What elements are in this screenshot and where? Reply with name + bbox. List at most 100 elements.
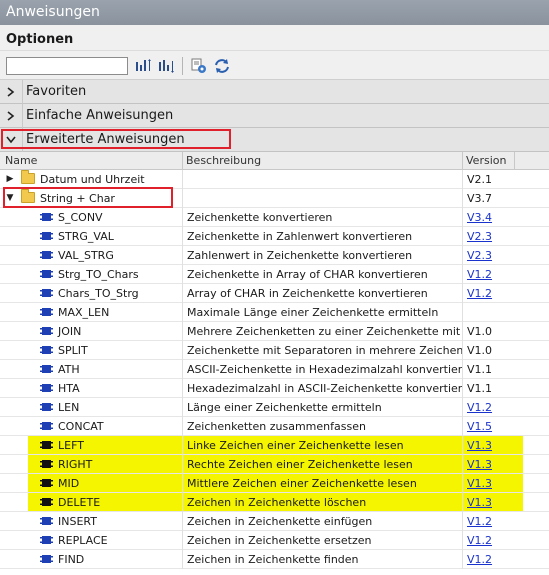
instruction-row[interactable]: MID Mittlere Zeichen einer Zeichenkette l… (0, 474, 549, 493)
sort-descending-icon[interactable] (157, 57, 177, 75)
instruction-row[interactable]: INSERT Zeichen in Zeichenkette einfügen V1… (0, 512, 549, 531)
instruction-name: REPLACE (58, 534, 108, 547)
instruction-block-icon (40, 402, 53, 412)
instruction-description: Rechte Zeichen einer Zeichenkette lesen (187, 458, 413, 471)
instruction-name: FIND (58, 553, 85, 566)
folder-version: V3.7 (467, 192, 493, 205)
instruction-row[interactable]: STRG_VAL Zeichenkette in Zahlenwert konve… (0, 227, 549, 246)
instruction-version-link[interactable]: V2.3 (467, 230, 492, 243)
instruction-description: Linke Zeichen einer Zeichenkette lesen (187, 439, 404, 452)
section-einfache-anweisungen[interactable]: Einfache Anweisungen (0, 104, 549, 128)
instruction-version-link[interactable]: V1.3 (467, 496, 492, 509)
instruction-description: Zeichen in Zeichenkette löschen (187, 496, 367, 509)
instruction-row[interactable]: HTA Hexadezimalzahl in ASCII-Zeichenkette… (0, 379, 549, 398)
instruction-version-link[interactable]: V1.2 (467, 287, 492, 300)
instruction-version-link[interactable]: V3.4 (467, 211, 492, 224)
instruction-block-icon (40, 383, 53, 393)
instruction-row[interactable]: MAX_LEN Maximale Länge einer Zeichenkette… (0, 303, 549, 322)
instruction-description: Hexadezimalzahl in ASCII-Zeichenkette ko… (187, 382, 462, 395)
instruction-description: Array of CHAR in Zeichenkette konvertier… (187, 287, 428, 300)
instruction-row[interactable]: Chars_TO_Strg Array of CHAR in Zeichenket… (0, 284, 549, 303)
instruction-row[interactable]: DELETE Zeichen in Zeichenkette löschen V1.… (0, 493, 549, 512)
options-bar: Optionen (0, 25, 549, 51)
instruction-description: Mehrere Zeichenketten zu einer Zeichenke… (187, 325, 462, 338)
instruction-row[interactable]: REPLACE Zeichen in Zeichenkette ersetzen V… (0, 531, 549, 550)
folder-name: Datum und Uhrzeit (40, 173, 145, 186)
instruction-row[interactable]: LEFT Linke Zeichen einer Zeichenkette les… (0, 436, 549, 455)
instruction-version: V1.1 (467, 363, 493, 376)
instruction-block-icon (40, 288, 53, 298)
instruction-version-link[interactable]: V1.2 (467, 534, 492, 547)
library-settings-icon[interactable] (189, 57, 209, 75)
instruction-description: Maximale Länge einer Zeichenkette ermitt… (187, 306, 439, 319)
instruction-version: V1.0 (467, 344, 493, 357)
toolbar (0, 51, 549, 80)
chevron-right-icon[interactable] (3, 84, 19, 100)
instruction-name: ATH (58, 363, 80, 376)
instruction-description: Zeichenketten zusammenfassen (187, 420, 366, 433)
instruction-name: JOIN (58, 325, 82, 338)
toolbar-separator (182, 57, 183, 75)
instruction-name: LEN (58, 401, 80, 414)
instruction-name: CONCAT (58, 420, 104, 433)
instruction-row[interactable]: Strg_TO_Chars Zeichenkette in Array of CH… (0, 265, 549, 284)
instruction-block-icon (40, 459, 53, 469)
instruction-name: RIGHT (58, 458, 93, 471)
instruction-block-icon (40, 364, 53, 374)
instruction-name: S_CONV (58, 211, 103, 224)
instruction-version-link[interactable]: V1.2 (467, 268, 492, 281)
instruction-name: LEFT (58, 439, 84, 452)
instruction-row[interactable]: VAL_STRG Zahlenwert in Zeichenkette konve… (0, 246, 549, 265)
sort-ascending-icon[interactable] (134, 57, 154, 75)
instruction-block-icon (40, 554, 53, 564)
expand-arrow-icon[interactable]: ▶ (5, 174, 15, 184)
column-version-header[interactable]: Version (466, 154, 506, 167)
instruction-row[interactable]: ATH ASCII-Zeichenkette in Hexadezimalzahl… (0, 360, 549, 379)
instruction-version-link[interactable]: V2.3 (467, 249, 492, 262)
search-input[interactable] (6, 57, 128, 75)
instruction-version-link[interactable]: V1.2 (467, 401, 492, 414)
instruction-block-icon (40, 250, 53, 260)
instruction-description: Zeichenkette in Array of CHAR konvertier… (187, 268, 428, 281)
section-favoriten[interactable]: Favoriten (0, 80, 549, 104)
instruction-row[interactable]: CONCAT Zeichenketten zusammenfassen V1.5 (0, 417, 549, 436)
chevron-right-icon[interactable] (3, 108, 19, 124)
column-name-header[interactable]: Name (5, 154, 37, 167)
instruction-description: Zahlenwert in Zeichenkette konvertieren (187, 249, 413, 262)
instruction-block-icon (40, 269, 53, 279)
instruction-block-icon (40, 497, 53, 507)
instruction-row[interactable]: LEN Länge einer Zeichenkette ermitteln V1.… (0, 398, 549, 417)
options-label[interactable]: Optionen (6, 32, 73, 47)
instruction-row[interactable]: SPLIT Zeichenkette mit Separatoren in meh… (0, 341, 549, 360)
instruction-description: Zeichenkette konvertieren (187, 211, 333, 224)
instruction-version-link[interactable]: V1.2 (467, 515, 492, 528)
instruction-row[interactable]: JOIN Mehrere Zeichenketten zu einer Zeich… (0, 322, 549, 341)
instruction-row[interactable]: FIND Zeichen in Zeichenkette finden V1.2 (0, 550, 549, 569)
refresh-icon[interactable] (212, 57, 232, 75)
instruction-description: Zeichen in Zeichenkette einfügen (187, 515, 373, 528)
instruction-block-icon (40, 516, 53, 526)
instruction-name: Strg_TO_Chars (58, 268, 139, 281)
window-title: Anweisungen (0, 0, 549, 25)
instruction-version-link[interactable]: V1.2 (467, 553, 492, 566)
folder-version: V2.1 (467, 173, 493, 186)
annotation-box-folder (3, 187, 173, 208)
instruction-block-icon (40, 535, 53, 545)
instruction-block-icon (40, 307, 53, 317)
instruction-version-link[interactable]: V1.3 (467, 439, 492, 452)
instruction-version: V1.0 (467, 325, 493, 338)
instruction-description: Zeichen in Zeichenkette ersetzen (187, 534, 372, 547)
instruction-version: V1.1 (467, 382, 493, 395)
instruction-block-icon (40, 345, 53, 355)
instruction-block-icon (40, 440, 53, 450)
instruction-name: SPLIT (58, 344, 88, 357)
instruction-version-link[interactable]: V1.3 (467, 477, 492, 490)
instruction-version-link[interactable]: V1.5 (467, 420, 492, 433)
instruction-row[interactable]: RIGHT Rechte Zeichen einer Zeichenkette l… (0, 455, 549, 474)
column-description-header[interactable]: Beschreibung (186, 154, 261, 167)
section-label: Favoriten (26, 84, 87, 99)
instruction-row[interactable]: S_CONV Zeichenkette konvertieren V3.4 (0, 208, 549, 227)
instruction-description: Zeichenkette in Zahlenwert konvertieren (187, 230, 413, 243)
instruction-description: Länge einer Zeichenkette ermitteln (187, 401, 382, 414)
instruction-version-link[interactable]: V1.3 (467, 458, 492, 471)
